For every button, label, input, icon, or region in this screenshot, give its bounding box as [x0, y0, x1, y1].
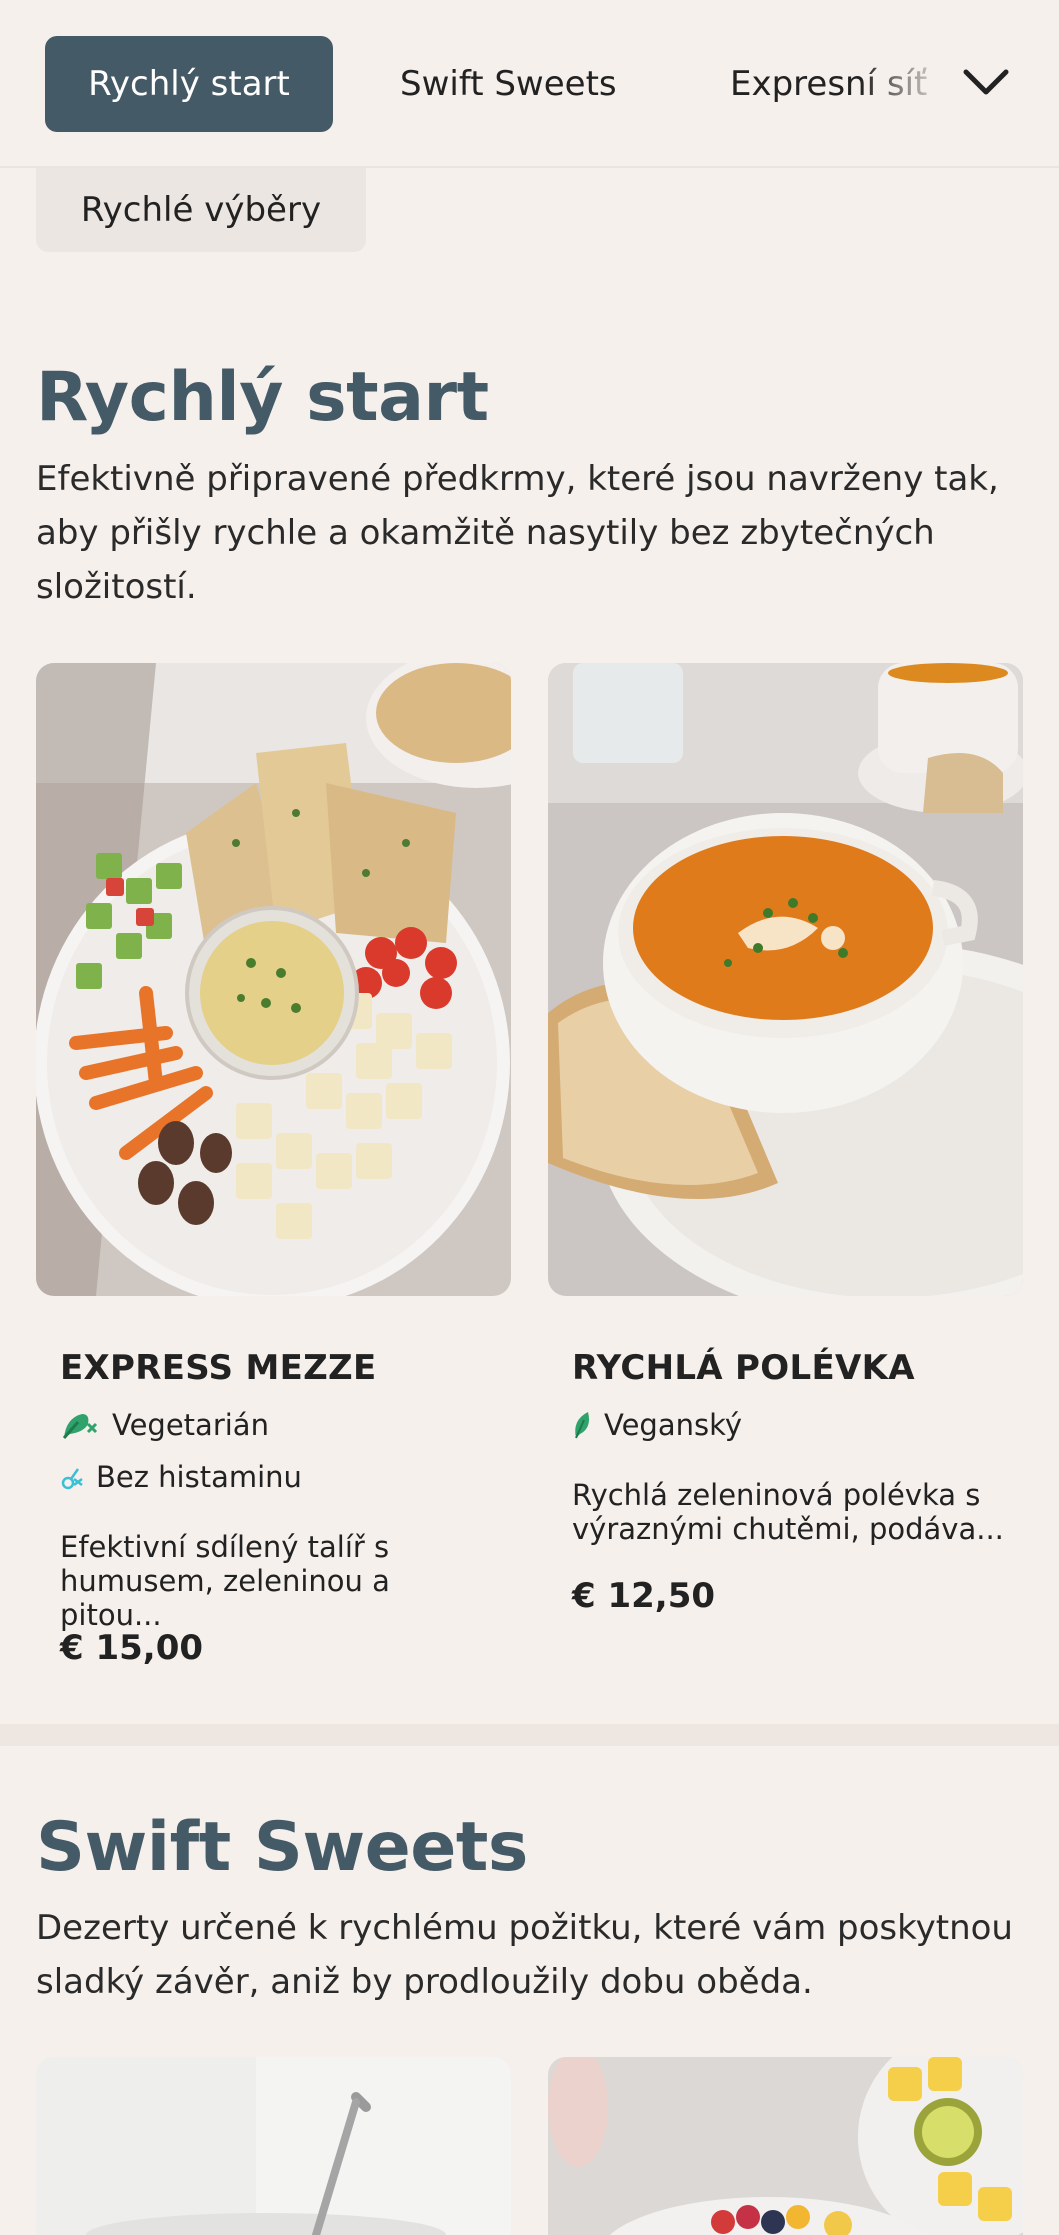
section-title: Swift Sweets [36, 1808, 528, 1887]
dietary-tag-label: Vegetarián [112, 1408, 269, 1442]
menu-item-name: RYCHLÁ POLÉVKA [572, 1348, 915, 1388]
histamine-free-icon [61, 1468, 83, 1490]
menu-item-image[interactable] [36, 2057, 511, 2235]
section-divider [0, 1724, 1059, 1746]
section-title: Rychlý start [36, 358, 489, 437]
dietary-tag-label: Bez histaminu [96, 1460, 302, 1494]
menu-item-name: EXPRESS MEZZE [60, 1348, 377, 1388]
section-description: Efektivně připravené předkrmy, které jso… [36, 459, 999, 607]
menu-item-price: € 15,00 [60, 1628, 204, 1668]
vegetarian-icon [62, 1414, 98, 1439]
dietary-tag: Bez histaminu [60, 1460, 302, 1494]
vegan-leaf-icon [575, 1412, 589, 1439]
menu-item-image[interactable] [548, 2057, 1023, 2235]
menu-item-description: Efektivní sdílený talíř s humusem, zelen… [60, 1530, 390, 1632]
dietary-tag-label: Veganský [604, 1408, 743, 1442]
section-description: Dezerty určené k rychlému požitku, které… [36, 1908, 1013, 2002]
dietary-tag: Veganský [572, 1408, 742, 1442]
tab-swift-sweets[interactable]: Swift Sweets [400, 36, 617, 132]
menu-item-image[interactable] [36, 663, 511, 1296]
tab-rychly-start[interactable]: Rychlý start [45, 36, 333, 132]
menu-item-image[interactable] [548, 663, 1023, 1296]
menu-item-description: Rychlá zeleninová polévka s výraznými ch… [572, 1478, 1004, 1546]
dietary-tag: Vegetarián [60, 1408, 269, 1442]
category-nav: Rychlý start Swift Sweets Expresní síť [0, 0, 1059, 168]
subcategory-chip[interactable]: Rychlé výběry [36, 168, 366, 252]
menu-item-price: € 12,50 [572, 1576, 716, 1616]
chevron-down-icon[interactable] [960, 60, 1012, 104]
